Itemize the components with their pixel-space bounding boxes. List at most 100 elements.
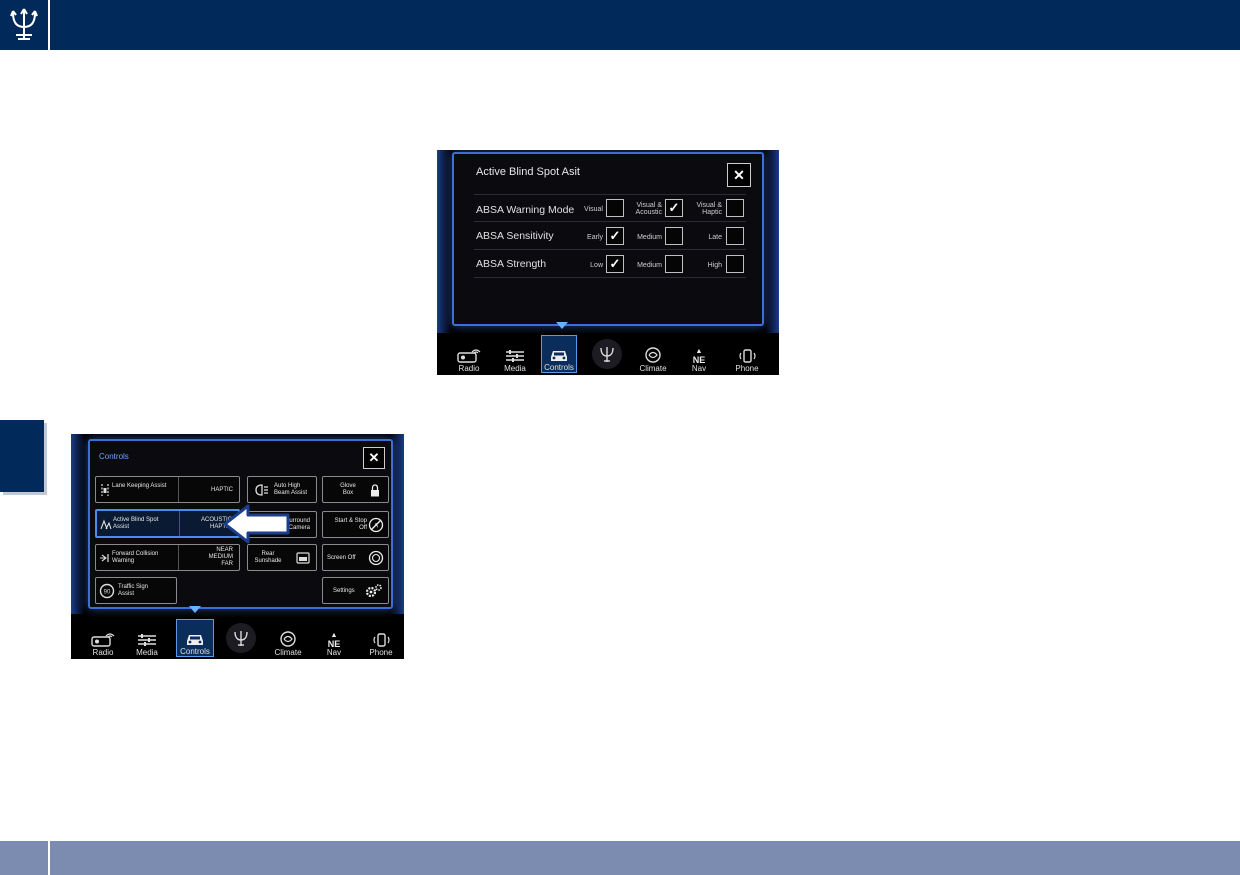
- car-icon: [548, 347, 570, 363]
- nav-nav[interactable]: ▲ NE Nav: [679, 335, 719, 373]
- nav-controls[interactable]: Controls: [541, 335, 577, 373]
- close-button[interactable]: ✕: [363, 447, 385, 469]
- checkbox-medium-strength[interactable]: [665, 255, 683, 273]
- tile-label: Forward Collision Warning: [112, 551, 159, 564]
- tile-value: NEAR MEDIUM FAR: [208, 547, 233, 567]
- nav-label: Nav: [326, 648, 342, 657]
- nav-climate[interactable]: Climate: [633, 335, 673, 373]
- start-stop-icon: A: [368, 517, 384, 535]
- trident-icon: [10, 8, 38, 40]
- nav-radio[interactable]: Radio: [83, 619, 123, 657]
- option-label: Visual: [584, 206, 603, 213]
- speed-sign-icon: 90: [99, 583, 115, 601]
- compass-icon: ▲ NE: [327, 632, 341, 649]
- header-bar: [0, 0, 1240, 50]
- nav-home-trident[interactable]: [221, 619, 261, 657]
- checkbox-late[interactable]: [726, 227, 744, 245]
- tile-label: Start & Stop Off: [334, 518, 367, 531]
- sunshade-icon: [296, 552, 310, 566]
- tile-active-blind-spot-assist[interactable]: Active Blind Spot Assist ACOUSTIC HAPTIC: [95, 509, 240, 538]
- climate-icon: [279, 630, 297, 648]
- dialog-title: Active Blind Spot Asit: [476, 166, 580, 178]
- checkbox-low[interactable]: ✓: [606, 255, 624, 273]
- tile-forward-collision-warning[interactable]: Forward Collision Warning NEAR MEDIUM FA…: [95, 544, 240, 571]
- nav-climate[interactable]: Climate: [268, 619, 308, 657]
- lock-icon: [370, 484, 380, 499]
- dialog-title: Controls: [99, 452, 129, 461]
- blind-spot-icon: [100, 518, 112, 532]
- nav-phone[interactable]: Phone: [727, 335, 767, 373]
- radio-icon: [90, 632, 116, 648]
- checkbox-medium-sensitivity[interactable]: [665, 227, 683, 245]
- option-label: Medium: [637, 262, 662, 269]
- tile-value: HAPTIC: [210, 487, 233, 493]
- radio-icon: [456, 348, 482, 364]
- media-icon: [136, 632, 158, 648]
- tile-lane-keeping-assist[interactable]: Lane Keeping Assist HAPTIC: [95, 476, 240, 503]
- tile-label: Glove Box: [340, 483, 356, 496]
- nav-media[interactable]: Media: [495, 335, 535, 373]
- tile-traffic-sign-assist[interactable]: 90 Traffic Sign Assist: [95, 577, 177, 604]
- nav-label: Nav: [691, 364, 707, 373]
- tile-settings[interactable]: Settings: [322, 577, 389, 604]
- phone-icon: [736, 348, 758, 364]
- tile-label: Active Blind Spot Assist: [113, 517, 159, 530]
- tile-label: Traffic Sign Assist: [118, 584, 149, 597]
- close-icon: ✕: [368, 450, 380, 465]
- nav-radio[interactable]: Radio: [449, 335, 489, 373]
- tile-screen-off[interactable]: Screen Off: [322, 544, 389, 571]
- checkbox-visual[interactable]: [606, 199, 624, 217]
- compass-icon: ▲ NE: [692, 348, 706, 365]
- option-label: Medium: [637, 234, 662, 241]
- lane-keeping-icon: [100, 483, 110, 499]
- tile-rear-sunshade[interactable]: Rear Sunshade: [247, 544, 317, 571]
- tile-start-stop[interactable]: Start & Stop Off A: [322, 511, 389, 538]
- maserati-logo: [0, 0, 50, 50]
- tile-label: Auto High Beam Assist: [274, 483, 308, 496]
- nav-label: Climate: [274, 648, 302, 657]
- svg-text:90: 90: [104, 590, 111, 596]
- section-tab: [0, 420, 44, 492]
- compass-label: NE: [692, 355, 706, 365]
- footer-corner: [0, 841, 50, 875]
- nav-label: Phone: [735, 364, 759, 373]
- tile-auto-high-beam-assist[interactable]: Auto High Beam Assist: [247, 476, 317, 503]
- tile-glove-box[interactable]: Glove Box: [322, 476, 389, 503]
- check-icon: ✓: [609, 256, 621, 271]
- nav-home-trident[interactable]: [587, 335, 627, 373]
- checkbox-visual-haptic[interactable]: [726, 199, 744, 217]
- option-label: High: [707, 262, 722, 269]
- checkbox-early[interactable]: ✓: [606, 227, 624, 245]
- svg-text:A: A: [374, 523, 379, 530]
- tile-label: Rear Sunshade: [254, 551, 282, 564]
- trident-icon: [592, 339, 622, 369]
- close-icon: ✕: [733, 166, 745, 183]
- absa-settings-screen: Active Blind Spot Asit ✕ ABSA Warning Mo…: [437, 150, 779, 375]
- option-label: Late: [708, 234, 722, 241]
- nav-media[interactable]: Media: [127, 619, 167, 657]
- bottom-nav: Radio Media Controls Climate ▲ NE Nav Pho…: [71, 617, 404, 659]
- nav-nav[interactable]: ▲ NE Nav: [314, 619, 354, 657]
- nav-label: Media: [136, 648, 158, 657]
- compass-label: NE: [327, 639, 341, 649]
- nav-label: Radio: [92, 648, 114, 657]
- option-label: Visual & Acoustic: [635, 202, 662, 216]
- active-indicator: [189, 606, 201, 613]
- media-icon: [504, 348, 526, 364]
- tile-label: Settings: [333, 588, 355, 594]
- tile-label: Screen Off: [327, 555, 356, 561]
- nav-label: Media: [504, 364, 526, 373]
- absa-sensitivity-label: ABSA Sensitivity: [476, 230, 554, 242]
- row-divider: [474, 249, 746, 250]
- checkbox-high[interactable]: [726, 255, 744, 273]
- nav-phone[interactable]: Phone: [361, 619, 401, 657]
- nav-controls[interactable]: Controls: [176, 619, 214, 657]
- controls-dialog: Controls ✕ Lane Keeping Assist HAPTIC Ac…: [88, 439, 393, 609]
- checkbox-visual-acoustic[interactable]: ✓: [665, 199, 683, 217]
- controls-screen: Controls ✕ Lane Keeping Assist HAPTIC Ac…: [71, 434, 404, 659]
- phone-icon: [370, 632, 392, 648]
- close-button[interactable]: ✕: [727, 163, 751, 187]
- forward-collision-icon: [99, 553, 111, 565]
- gears-icon: [365, 583, 383, 601]
- row-divider: [474, 221, 746, 222]
